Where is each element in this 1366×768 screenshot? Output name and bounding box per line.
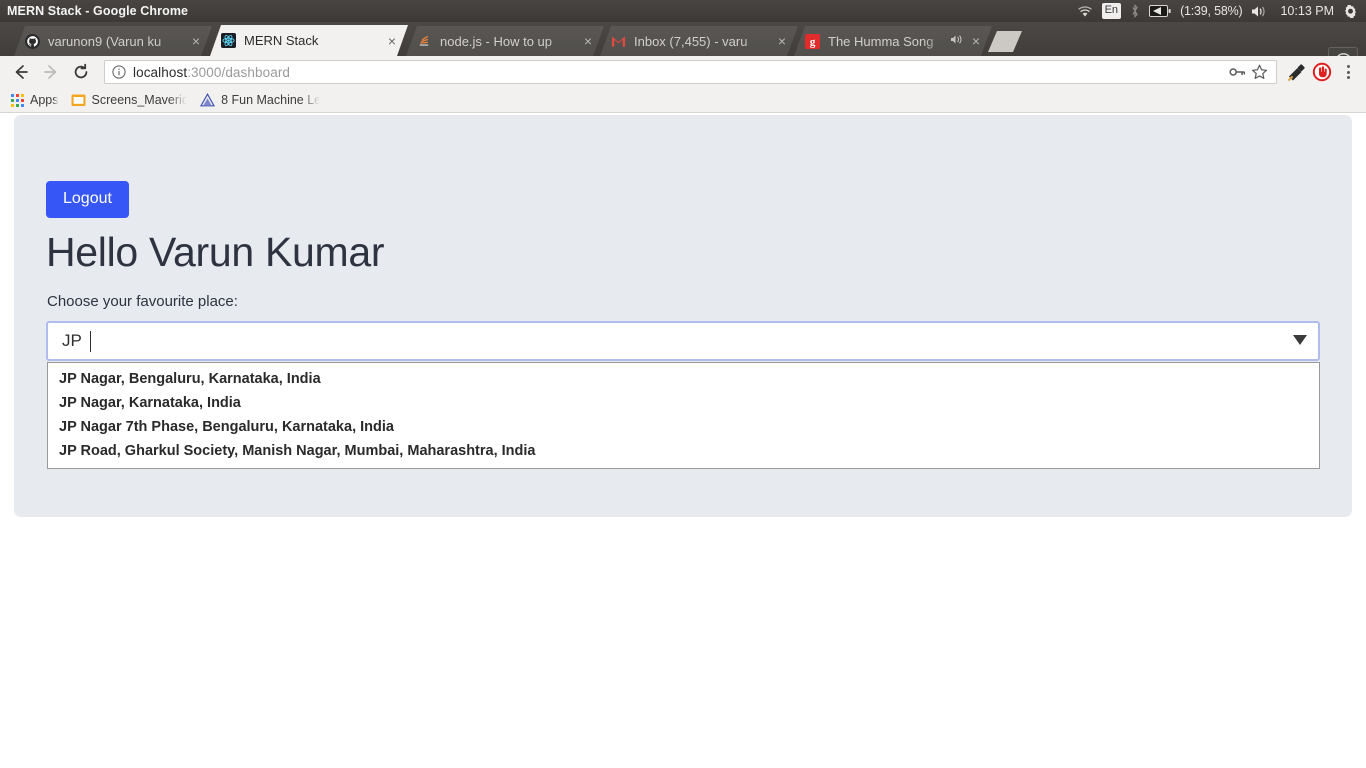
tab-close-icon[interactable]: × <box>966 34 986 48</box>
browser-tab-strip: varunon9 (Varun ku × MERN Stack × node.j… <box>0 22 1366 75</box>
tab-label: The Humma Song <box>828 33 934 49</box>
tab-label: node.js - How to up <box>440 33 553 49</box>
browser-tab-github[interactable]: varunon9 (Varun ku × <box>14 26 212 56</box>
volume-icon[interactable] <box>1251 5 1269 18</box>
bookmark-8-fun-machine-learning[interactable]: 8 Fun Machine Le <box>194 89 327 111</box>
place-autocomplete-wrapper <box>46 321 1320 361</box>
place-search-input[interactable] <box>46 321 1320 361</box>
forward-arrow-icon <box>36 57 66 87</box>
tab-close-icon[interactable]: × <box>382 34 402 48</box>
react-icon <box>220 33 236 49</box>
bookmark-label: Apps <box>30 93 59 107</box>
reload-icon[interactable] <box>66 57 96 87</box>
key-icon[interactable] <box>1226 65 1248 79</box>
page-title: Hello Varun Kumar <box>46 229 385 275</box>
bookmark-label: Screens_Maveric <box>91 93 189 107</box>
wifi-icon[interactable] <box>1077 5 1093 18</box>
browser-tab-humma-song[interactable]: g The Humma Song × <box>794 26 992 56</box>
list-item[interactable]: JP Nagar, Bengaluru, Karnataka, India <box>48 367 1319 391</box>
list-item[interactable]: JP Nagar 7th Phase, Bengaluru, Karnataka… <box>48 415 1319 439</box>
text-caret <box>90 331 91 352</box>
dashboard-card: Logout Hello Varun Kumar Choose your fav… <box>14 115 1352 517</box>
list-item[interactable]: JP Road, Gharkul Society, Manish Nagar, … <box>48 439 1319 463</box>
adblock-shield-icon[interactable] <box>1309 57 1335 87</box>
bookmark-apps[interactable]: Apps <box>5 89 65 111</box>
browser-tab-inbox[interactable]: Inbox (7,455) - varu × <box>600 26 798 56</box>
back-arrow-icon[interactable] <box>6 57 36 87</box>
chevron-down-icon[interactable] <box>1293 335 1307 345</box>
address-bar-text: localhost:3000/dashboard <box>133 65 1226 80</box>
info-circle-icon[interactable] <box>111 65 127 79</box>
address-host: localhost <box>133 64 188 80</box>
system-tray: En (1:39, 58%) 10:13 PM <box>1077 3 1366 19</box>
gaana-icon: g <box>804 33 820 49</box>
star-icon[interactable] <box>1248 64 1270 80</box>
bookmark-screens-maveric[interactable]: Screens_Maveric <box>65 89 195 111</box>
battery-icon[interactable] <box>1149 5 1171 17</box>
system-clock[interactable]: 10:13 PM <box>1278 4 1334 18</box>
tab-label: varunon9 (Varun ku <box>48 33 162 49</box>
browser-toolbar: localhost:3000/dashboard <box>0 56 1366 88</box>
new-tab-button[interactable] <box>988 31 1022 52</box>
os-title-bar: MERN Stack - Google Chrome En (1:39, 58%… <box>0 0 1366 22</box>
autocomplete-suggestion-list: JP Nagar, Bengaluru, Karnataka, India JP… <box>47 362 1320 469</box>
bookmarks-bar: Apps Screens_Maveric 8 Fun Machine Le <box>0 88 1366 113</box>
battery-status: (1:39, 58%) <box>1180 4 1243 18</box>
tab-close-icon[interactable]: × <box>772 34 792 48</box>
gear-icon[interactable] <box>1343 4 1358 19</box>
apps-grid-icon <box>11 93 24 107</box>
browser-tab-nodejs[interactable]: node.js - How to up × <box>406 26 604 56</box>
tab-close-icon[interactable]: × <box>578 34 598 48</box>
svg-text:g: g <box>809 36 815 48</box>
logout-button[interactable]: Logout <box>46 181 129 218</box>
blue-triangle-icon <box>200 93 216 107</box>
place-field-label: Choose your favourite place: <box>47 293 238 310</box>
browser-tab-mern-stack[interactable]: MERN Stack × <box>210 25 408 56</box>
stackoverflow-icon <box>416 33 432 49</box>
three-dot-menu-icon[interactable] <box>1335 57 1361 87</box>
address-bar[interactable]: localhost:3000/dashboard <box>104 60 1277 84</box>
tab-label: Inbox (7,455) - varu <box>634 33 748 49</box>
orange-folder-icon <box>71 93 86 107</box>
page-viewport: Logout Hello Varun Kumar Choose your fav… <box>0 113 1366 768</box>
github-icon <box>24 33 40 49</box>
list-item[interactable]: JP Nagar, Karnataka, India <box>48 391 1319 415</box>
bookmark-label: 8 Fun Machine Le <box>221 93 322 107</box>
tab-audio-playing-icon[interactable] <box>950 34 964 48</box>
tab-close-icon[interactable]: × <box>186 34 206 48</box>
tab-label: MERN Stack <box>244 33 319 48</box>
gmail-icon <box>610 33 626 49</box>
window-title: MERN Stack - Google Chrome <box>7 4 189 18</box>
stamp-extension-icon[interactable] <box>1283 57 1309 87</box>
address-path: :3000/dashboard <box>187 64 291 80</box>
keyboard-language-indicator[interactable]: En <box>1101 3 1122 19</box>
bluetooth-icon[interactable] <box>1130 4 1140 18</box>
